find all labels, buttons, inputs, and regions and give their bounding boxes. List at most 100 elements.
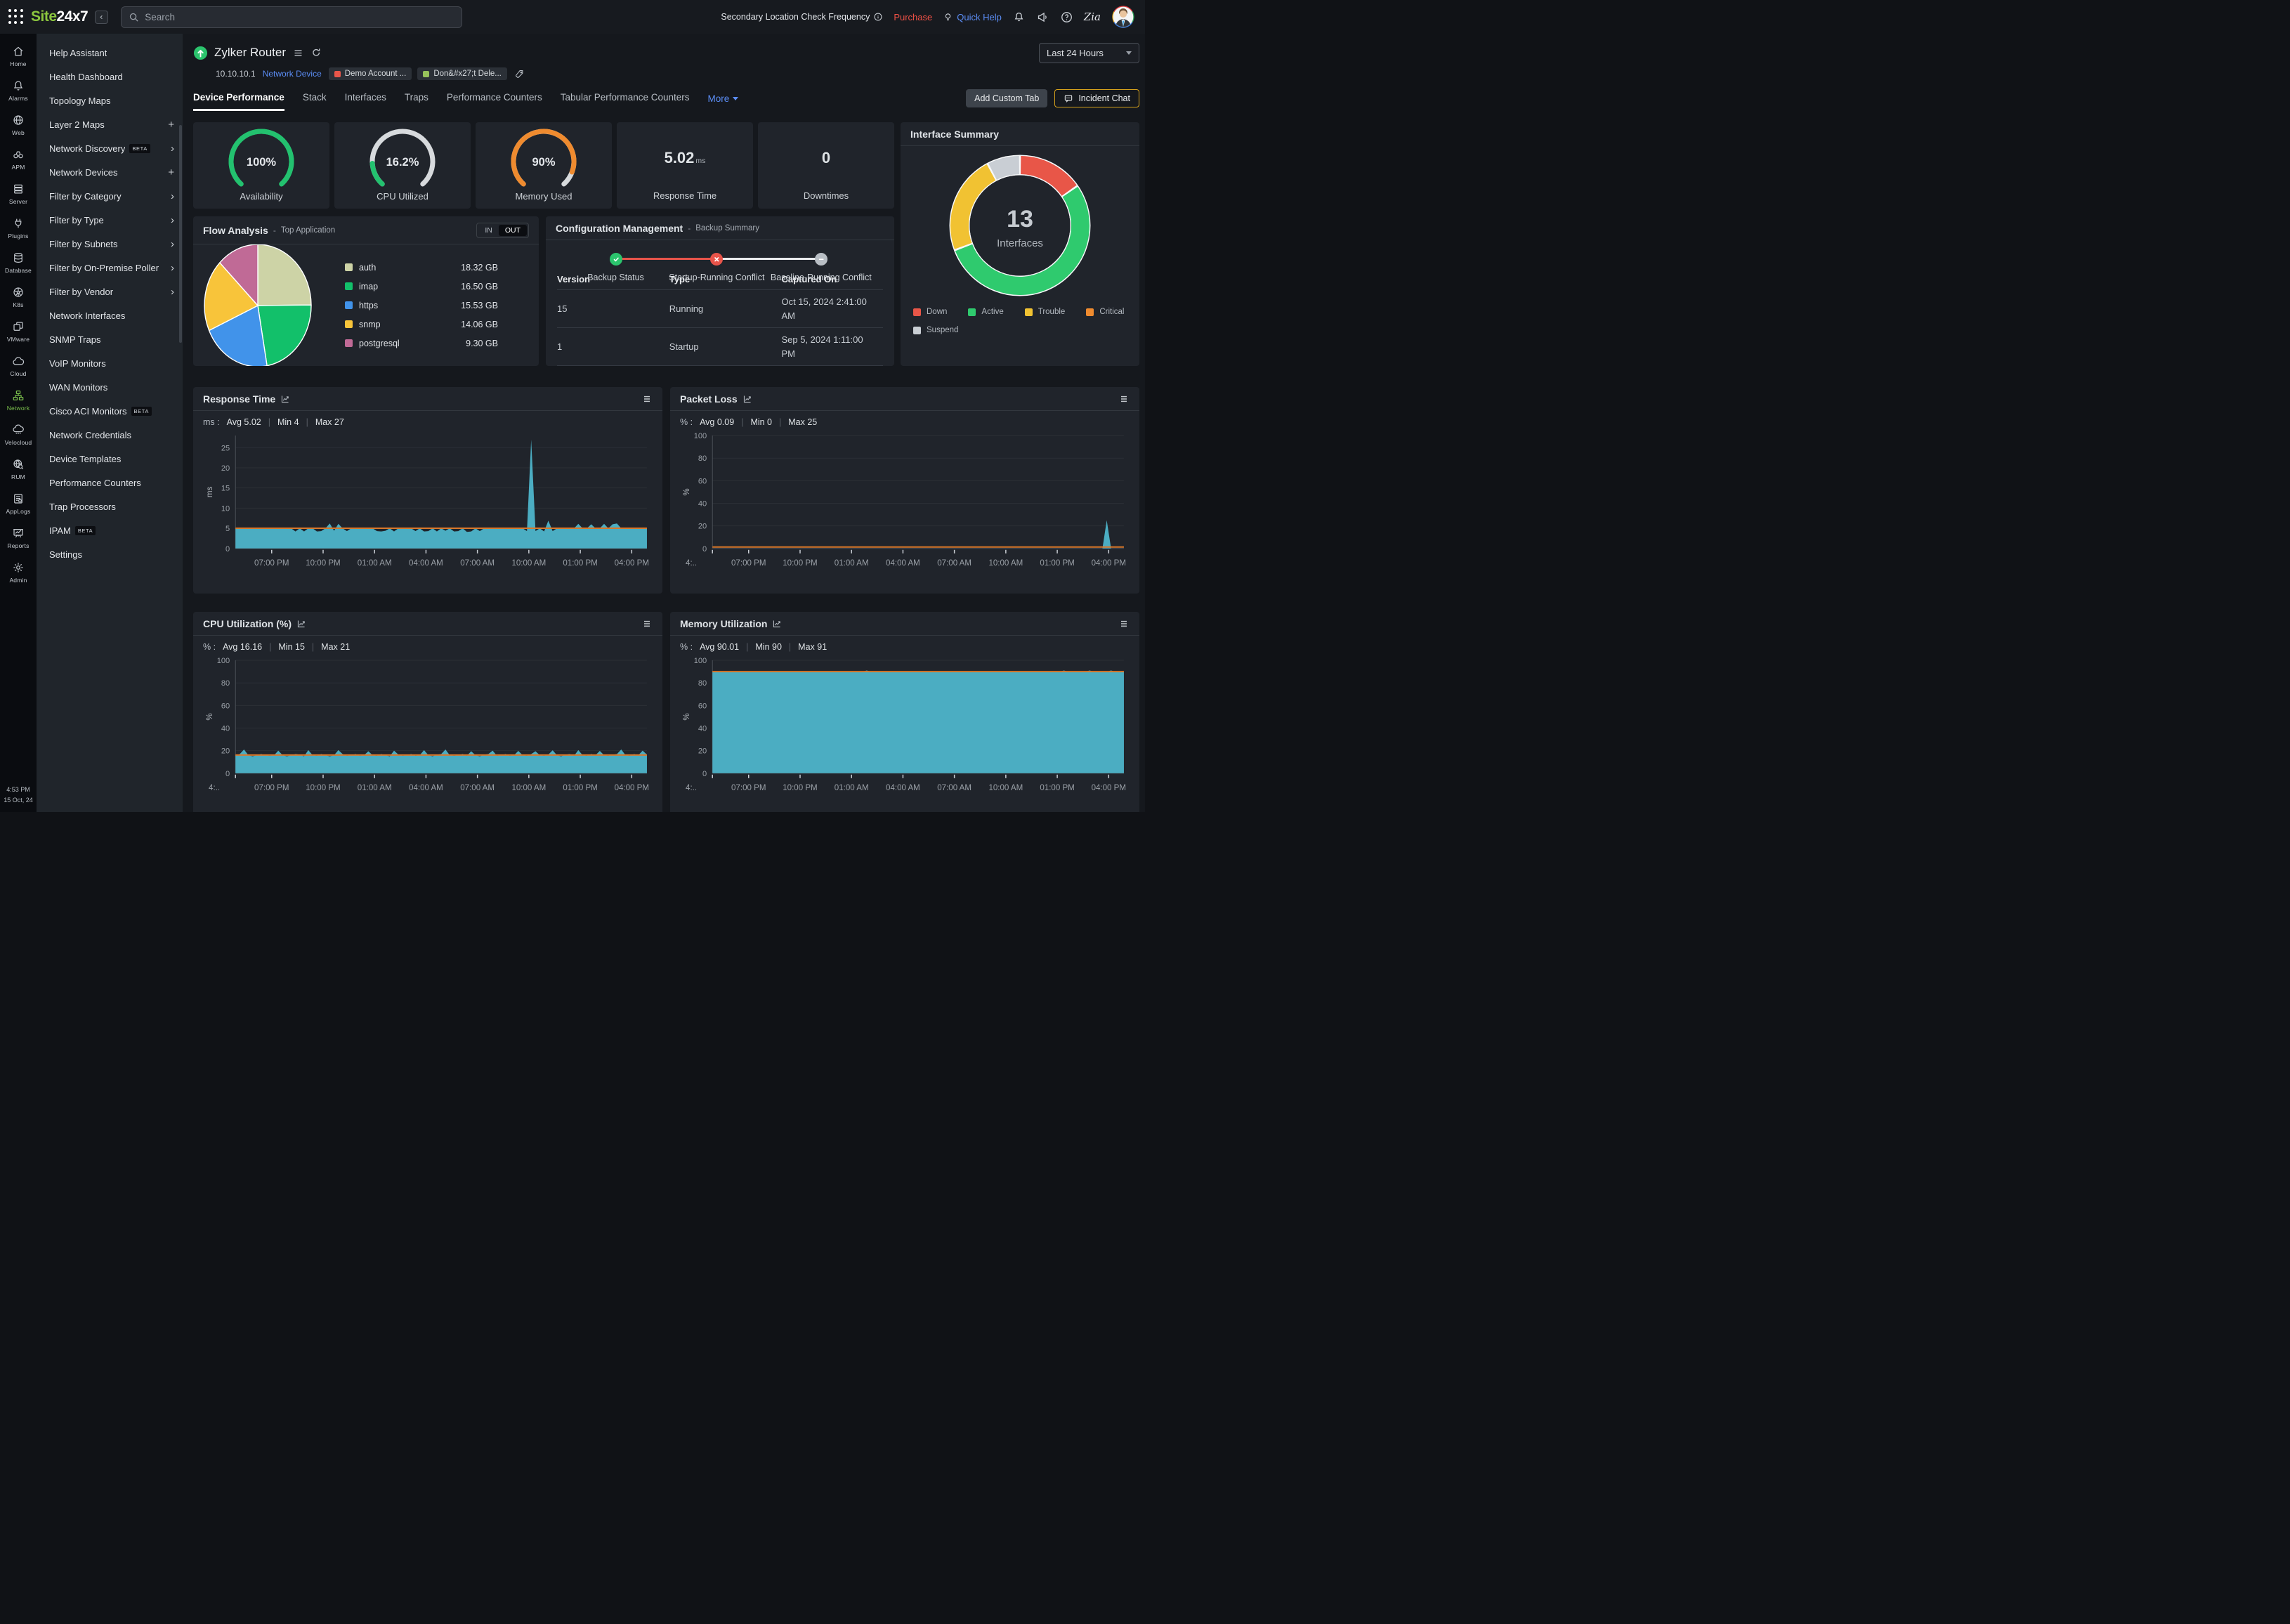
incident-chat-button[interactable]: Incident Chat	[1054, 89, 1139, 107]
sidebar-scrollbar[interactable]	[179, 125, 182, 343]
flow-legend-item-imap[interactable]: imap16.50 GB	[345, 277, 498, 296]
trend-icon[interactable]	[772, 619, 782, 629]
rail-item-web[interactable]: Web	[5, 108, 32, 143]
toggle-in[interactable]: IN	[478, 225, 499, 236]
sidebar-item-cisco-aci-monitors[interactable]: Cisco ACI MonitorsBETA	[37, 399, 183, 423]
sidebar-item-wan-monitors[interactable]: WAN Monitors	[37, 375, 183, 399]
sidebar-item-network-credentials[interactable]: Network Credentials	[37, 423, 183, 447]
trend-icon[interactable]	[280, 394, 290, 404]
sidebar-item-filter-by-type[interactable]: Filter by Type›	[37, 208, 183, 232]
plus-icon[interactable]: +	[168, 167, 174, 178]
rail-item-alarms[interactable]: Alarms	[5, 74, 32, 108]
rail-item-cloud[interactable]: Cloud	[5, 349, 32, 384]
toggle-out[interactable]: OUT	[499, 225, 527, 236]
rail-item-plugins[interactable]: Plugins	[5, 211, 32, 246]
trend-icon[interactable]	[296, 619, 306, 629]
table-row[interactable]: 1StartupSep 5, 2024 1:11:00 PM	[557, 328, 883, 366]
sidebar-item-filter-by-vendor[interactable]: Filter by Vendor›	[37, 280, 183, 303]
sidebar-item-health-dashboard[interactable]: Health Dashboard	[37, 65, 183, 89]
sidebar-item-ipam[interactable]: IPAMBETA	[37, 518, 183, 542]
sidebar-item-voip-monitors[interactable]: VoIP Monitors	[37, 351, 183, 375]
interface-legend-down[interactable]: Down	[913, 308, 947, 316]
sidebar-item-help-assistant[interactable]: Help Assistant	[37, 41, 183, 65]
rail-item-rum[interactable]: RUM	[5, 452, 32, 487]
flow-legend-item-postgresql[interactable]: postgresql9.30 GB	[345, 334, 498, 353]
tab-stack[interactable]: Stack	[303, 86, 327, 111]
device-tag[interactable]: Demo Account ...	[329, 67, 412, 80]
site24x7-logo[interactable]: Site24x7	[31, 8, 88, 25]
search-input[interactable]	[145, 12, 454, 22]
table-row[interactable]: 15RunningOct 15, 2024 2:41:00 AM	[557, 290, 883, 328]
rail-item-k8s[interactable]: K8s	[5, 280, 32, 315]
sidebar-item-device-templates[interactable]: Device Templates	[37, 447, 183, 471]
flow-legend-item-snmp[interactable]: snmp14.06 GB	[345, 315, 498, 334]
tag-icon[interactable]	[514, 69, 525, 79]
tab-tabular-performance-counters[interactable]: Tabular Performance Counters	[561, 86, 690, 111]
rail-item-applogs[interactable]: AppLogs	[5, 487, 32, 521]
quick-help-link[interactable]: Quick Help	[943, 12, 1002, 22]
chevron-right-icon[interactable]: ›	[171, 287, 174, 297]
device-tag[interactable]: Don&#x27;t Dele...	[417, 67, 507, 80]
sidebar-item-snmp-traps[interactable]: SNMP Traps	[37, 327, 183, 351]
chart-menu-icon[interactable]	[1118, 393, 1130, 405]
sidebar-item-network-discovery[interactable]: Network DiscoveryBETA›	[37, 136, 183, 160]
flow-legend-item-https[interactable]: https15.53 GB	[345, 296, 498, 315]
sidebar-collapse-button[interactable]	[95, 11, 108, 24]
pie-slice-auth[interactable]	[258, 244, 311, 306]
tab-more[interactable]: More	[708, 93, 739, 104]
chevron-right-icon[interactable]: ›	[171, 215, 174, 225]
rail-item-network[interactable]: Network	[5, 384, 32, 418]
zia-icon[interactable]: Zia	[1084, 11, 1101, 23]
chevron-right-icon[interactable]: ›	[171, 239, 174, 249]
notifications-bell-icon[interactable]	[1012, 11, 1026, 24]
sidebar-item-layer-2-maps[interactable]: Layer 2 Maps+	[37, 112, 183, 136]
device-menu-icon[interactable]	[292, 47, 304, 59]
plus-icon[interactable]: +	[168, 119, 174, 130]
info-icon[interactable]	[873, 12, 883, 22]
announcements-icon[interactable]	[1036, 11, 1049, 24]
rail-item-database[interactable]: Database	[5, 246, 32, 280]
interface-legend-active[interactable]: Active	[968, 308, 1003, 316]
tab-device-performance[interactable]: Device Performance	[193, 86, 284, 111]
rail-item-reports[interactable]: Reports	[5, 521, 32, 556]
sidebar-item-performance-counters[interactable]: Performance Counters	[37, 471, 183, 495]
rail-item-apm[interactable]: APM	[5, 143, 32, 177]
sidebar-item-filter-by-on-premise-poller[interactable]: Filter by On-Premise Poller›	[37, 256, 183, 280]
chart-menu-icon[interactable]	[641, 393, 653, 405]
chevron-right-icon[interactable]: ›	[171, 263, 174, 273]
user-avatar[interactable]	[1111, 5, 1135, 29]
purchase-link[interactable]: Purchase	[894, 12, 932, 22]
time-range-select[interactable]: Last 24 Hours	[1039, 43, 1139, 63]
trend-icon[interactable]	[742, 394, 752, 404]
device-type-link[interactable]: Network Device	[263, 69, 322, 79]
help-icon[interactable]	[1060, 11, 1073, 24]
add-custom-tab-button[interactable]: Add Custom Tab	[966, 89, 1047, 107]
rail-item-vmware[interactable]: VMware	[5, 315, 32, 349]
chart-menu-icon[interactable]	[1118, 618, 1130, 629]
rail-item-home[interactable]: Home	[5, 39, 32, 74]
sidebar-item-filter-by-category[interactable]: Filter by Category›	[37, 184, 183, 208]
sidebar-item-settings[interactable]: Settings	[37, 542, 183, 566]
interface-legend-trouble[interactable]: Trouble	[1025, 308, 1066, 316]
interface-legend-suspend[interactable]: Suspend	[913, 326, 958, 334]
rail-item-admin[interactable]: Admin	[5, 556, 32, 590]
in-out-toggle[interactable]: IN OUT	[476, 223, 529, 238]
sidebar-item-filter-by-subnets[interactable]: Filter by Subnets›	[37, 232, 183, 256]
tab-interfaces[interactable]: Interfaces	[345, 86, 386, 111]
sidebar-item-network-devices[interactable]: Network Devices+	[37, 160, 183, 184]
flow-legend-item-auth[interactable]: auth18.32 GB	[345, 258, 498, 277]
apps-grid-icon[interactable]	[8, 9, 24, 25]
chart-menu-icon[interactable]	[641, 618, 653, 629]
chevron-right-icon[interactable]: ›	[171, 143, 174, 154]
tab-performance-counters[interactable]: Performance Counters	[447, 86, 542, 111]
donut-segment-suspend[interactable]	[993, 165, 1019, 171]
sidebar-item-trap-processors[interactable]: Trap Processors	[37, 495, 183, 518]
refresh-icon[interactable]	[310, 47, 322, 59]
sidebar-item-topology-maps[interactable]: Topology Maps	[37, 89, 183, 112]
global-search[interactable]	[121, 6, 462, 28]
tab-traps[interactable]: Traps	[405, 86, 428, 111]
sidebar-item-network-interfaces[interactable]: Network Interfaces	[37, 303, 183, 327]
rail-item-velocloud[interactable]: Velocloud	[5, 418, 32, 452]
chevron-right-icon[interactable]: ›	[171, 191, 174, 202]
rail-item-server[interactable]: Server	[5, 177, 32, 211]
